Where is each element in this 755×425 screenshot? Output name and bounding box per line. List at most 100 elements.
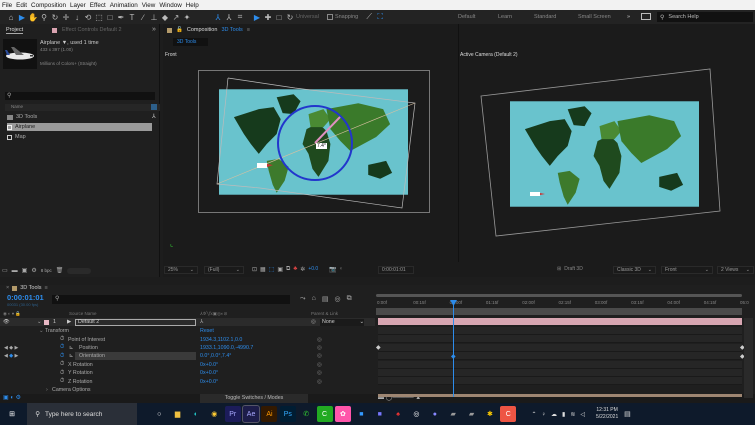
property-track[interactable] [378, 343, 742, 352]
project-item-3d-tools[interactable]: 3D Tools [7, 113, 152, 121]
new-folder-icon[interactable]: ▬ [12, 268, 18, 274]
property-row[interactable]: › Camera Options [0, 386, 375, 394]
chrome-icon[interactable]: ◉ [206, 406, 222, 422]
stopwatch-icon[interactable]: ⏱ [60, 378, 64, 385]
mask-visibility-icon[interactable]: ⬚ [269, 266, 275, 273]
expression-pickwhip-icon[interactable]: ◎ [317, 337, 322, 343]
camtasia-icon[interactable]: C [316, 406, 333, 422]
zoom-icon[interactable]: ■ [353, 406, 369, 422]
clone-stamp-icon[interactable]: ⊥ [149, 12, 159, 22]
menu-animation[interactable]: Animation [110, 2, 138, 9]
property-row[interactable]: ⏱ ◀ ◆ ▶ ⊾ Orientation 0.0°,0.0°,7.4° ◎ [0, 352, 375, 361]
layer-row-default-2[interactable]: 👁 ⌄ 1 ▶ Default 2 ⅄ ◎ None ⌄ [0, 318, 375, 326]
keyframe-position-start[interactable]: ◆ [376, 344, 381, 351]
view-dropdown[interactable]: Front ⌄ [661, 266, 713, 274]
tab-menu-icon[interactable]: ≡ [247, 27, 250, 33]
magnification-dropdown[interactable]: 25% ⌄ [164, 266, 198, 274]
property-value[interactable]: 0x+0.0° [200, 379, 218, 385]
app-icon-blue[interactable]: ● [427, 406, 443, 422]
lock-icon[interactable]: 🔓 [176, 27, 183, 33]
workspaces-more-button[interactable]: » [627, 14, 630, 20]
stopwatch-icon[interactable]: ⏱ [60, 361, 64, 368]
panel-expand-icon[interactable]: » [152, 26, 156, 33]
map-layer-camera[interactable] [510, 100, 699, 208]
zoom-tool-icon[interactable]: ⚲ [39, 12, 49, 22]
property-value[interactable]: 0x+0.0° [200, 362, 218, 368]
comp-tab-label[interactable]: Composition [187, 27, 218, 33]
premiere-icon[interactable]: Pr [224, 406, 241, 422]
menu-view[interactable]: View [142, 2, 156, 9]
exposure-icon[interactable]: ✲ [300, 266, 305, 273]
transparency-grid-icon[interactable]: ▦ [260, 266, 266, 273]
layer-switches-toggle-icon[interactable]: ▣ ◐ ⚙ [3, 394, 21, 401]
property-track[interactable] [378, 377, 742, 386]
orbit-tool-icon[interactable]: ↻ [50, 12, 60, 22]
system-tray-icons[interactable]: ⌃♀☁▮≋◁ [532, 411, 590, 418]
app-icon-grey-2[interactable]: ▰ [464, 406, 480, 422]
taskbar-clock[interactable]: 12:31 PM 5/22/2021 [596, 407, 618, 421]
menu-effect[interactable]: Effect [90, 2, 106, 9]
app-icon-grey[interactable]: ▰ [445, 406, 461, 422]
local-axis-icon[interactable]: ⅄ [213, 12, 223, 22]
menu-file[interactable]: File [2, 2, 12, 9]
comp-mini-flowchart-icon[interactable]: ⤳ [300, 295, 306, 303]
graph-editor-icon[interactable]: ⧉ [347, 295, 352, 303]
scale-gizmo-icon[interactable]: □ [274, 12, 284, 22]
work-area-navigator[interactable] [376, 294, 742, 297]
pan-tool-icon[interactable]: ✛ [61, 12, 71, 22]
color-channel-icon[interactable]: ♣ [293, 266, 297, 273]
snapshot-icon[interactable]: 📷 [329, 266, 336, 273]
view-axis-icon[interactable]: ⌗ [235, 12, 245, 22]
exposure-value[interactable]: +0.0 [308, 266, 318, 273]
toggle-switches-modes-button[interactable]: Toggle Switches / Modes [200, 394, 308, 403]
expand-chevron-icon[interactable]: ⌄ [39, 328, 43, 334]
property-track[interactable] [378, 369, 742, 377]
stopwatch-icon[interactable]: ⏱ [60, 353, 64, 360]
current-time-display[interactable]: 0:00:01:01 [7, 293, 44, 302]
pan-behind-icon[interactable]: ⬚ [94, 12, 104, 22]
roto-brush-icon[interactable]: ↗ [171, 12, 181, 22]
menu-help[interactable]: Help [186, 2, 199, 9]
workspace-layout-icon[interactable] [641, 13, 651, 20]
expression-pickwhip-icon[interactable]: ◎ [317, 353, 322, 359]
dolly-tool-icon[interactable]: ↓ [72, 12, 82, 22]
menu-layer[interactable]: Layer [70, 2, 86, 9]
tab-project[interactable]: Project [6, 27, 24, 34]
notifications-icon[interactable]: ▤ [619, 406, 635, 422]
draft-3d-icon[interactable]: ⌂ [312, 295, 316, 303]
menu-window[interactable]: Window [159, 2, 181, 9]
brush-tool-icon[interactable]: ∕ [138, 12, 148, 22]
rectangle-tool-icon[interactable]: □ [105, 12, 115, 22]
trash-icon[interactable]: 🗑 [56, 267, 64, 274]
home-icon[interactable]: ⌂ [6, 12, 16, 22]
slack-icon[interactable]: ✱ [482, 406, 498, 422]
playhead[interactable] [453, 300, 454, 397]
keyframe-navigator-icon[interactable]: ◀ ◆ ▶ [4, 353, 18, 359]
parent-dropdown[interactable]: None ⌄ [320, 318, 364, 326]
timeline-scrollbar[interactable] [744, 318, 753, 398]
visibility-eye-icon[interactable]: 👁 [3, 319, 10, 325]
collapse-chevron-icon[interactable]: › [46, 387, 48, 393]
hand-tool-icon[interactable]: ✋ [28, 12, 38, 22]
workspace-default[interactable]: Default [458, 14, 475, 20]
pen-tool-icon[interactable]: ✒ [116, 12, 126, 22]
interpret-footage-icon[interactable]: ▭ [2, 267, 8, 274]
name-column-header[interactable]: Name [5, 104, 160, 111]
property-value[interactable]: Reset [200, 328, 214, 334]
tab-timeline-3d-tools[interactable]: 3D Tools [20, 285, 41, 291]
puppet-pin-icon[interactable]: ✦ [182, 12, 192, 22]
illustrator-icon[interactable]: Ai [261, 406, 278, 422]
tab-menu-icon[interactable]: ≡ [45, 285, 48, 291]
new-composition-icon[interactable]: ▣ [22, 267, 28, 274]
type-tool-icon[interactable]: T [127, 12, 137, 22]
expression-pickwhip-icon[interactable]: ◎ [317, 370, 322, 376]
property-track[interactable] [378, 327, 742, 335]
expression-pickwhip-icon[interactable]: ◎ [317, 379, 322, 385]
search-help-input[interactable]: ⚲ Search Help [657, 12, 753, 22]
selection-tool-icon[interactable]: ▶ [17, 12, 27, 22]
comp-breadcrumb[interactable]: 3D Tools [173, 38, 208, 46]
item-name[interactable]: Airplane ▼ [40, 40, 67, 46]
camera-overlay[interactable] [195, 65, 435, 220]
snap-frame-icon[interactable]: ⛶ [375, 12, 385, 22]
show-snapshot-icon[interactable]: ◐ [340, 266, 344, 273]
